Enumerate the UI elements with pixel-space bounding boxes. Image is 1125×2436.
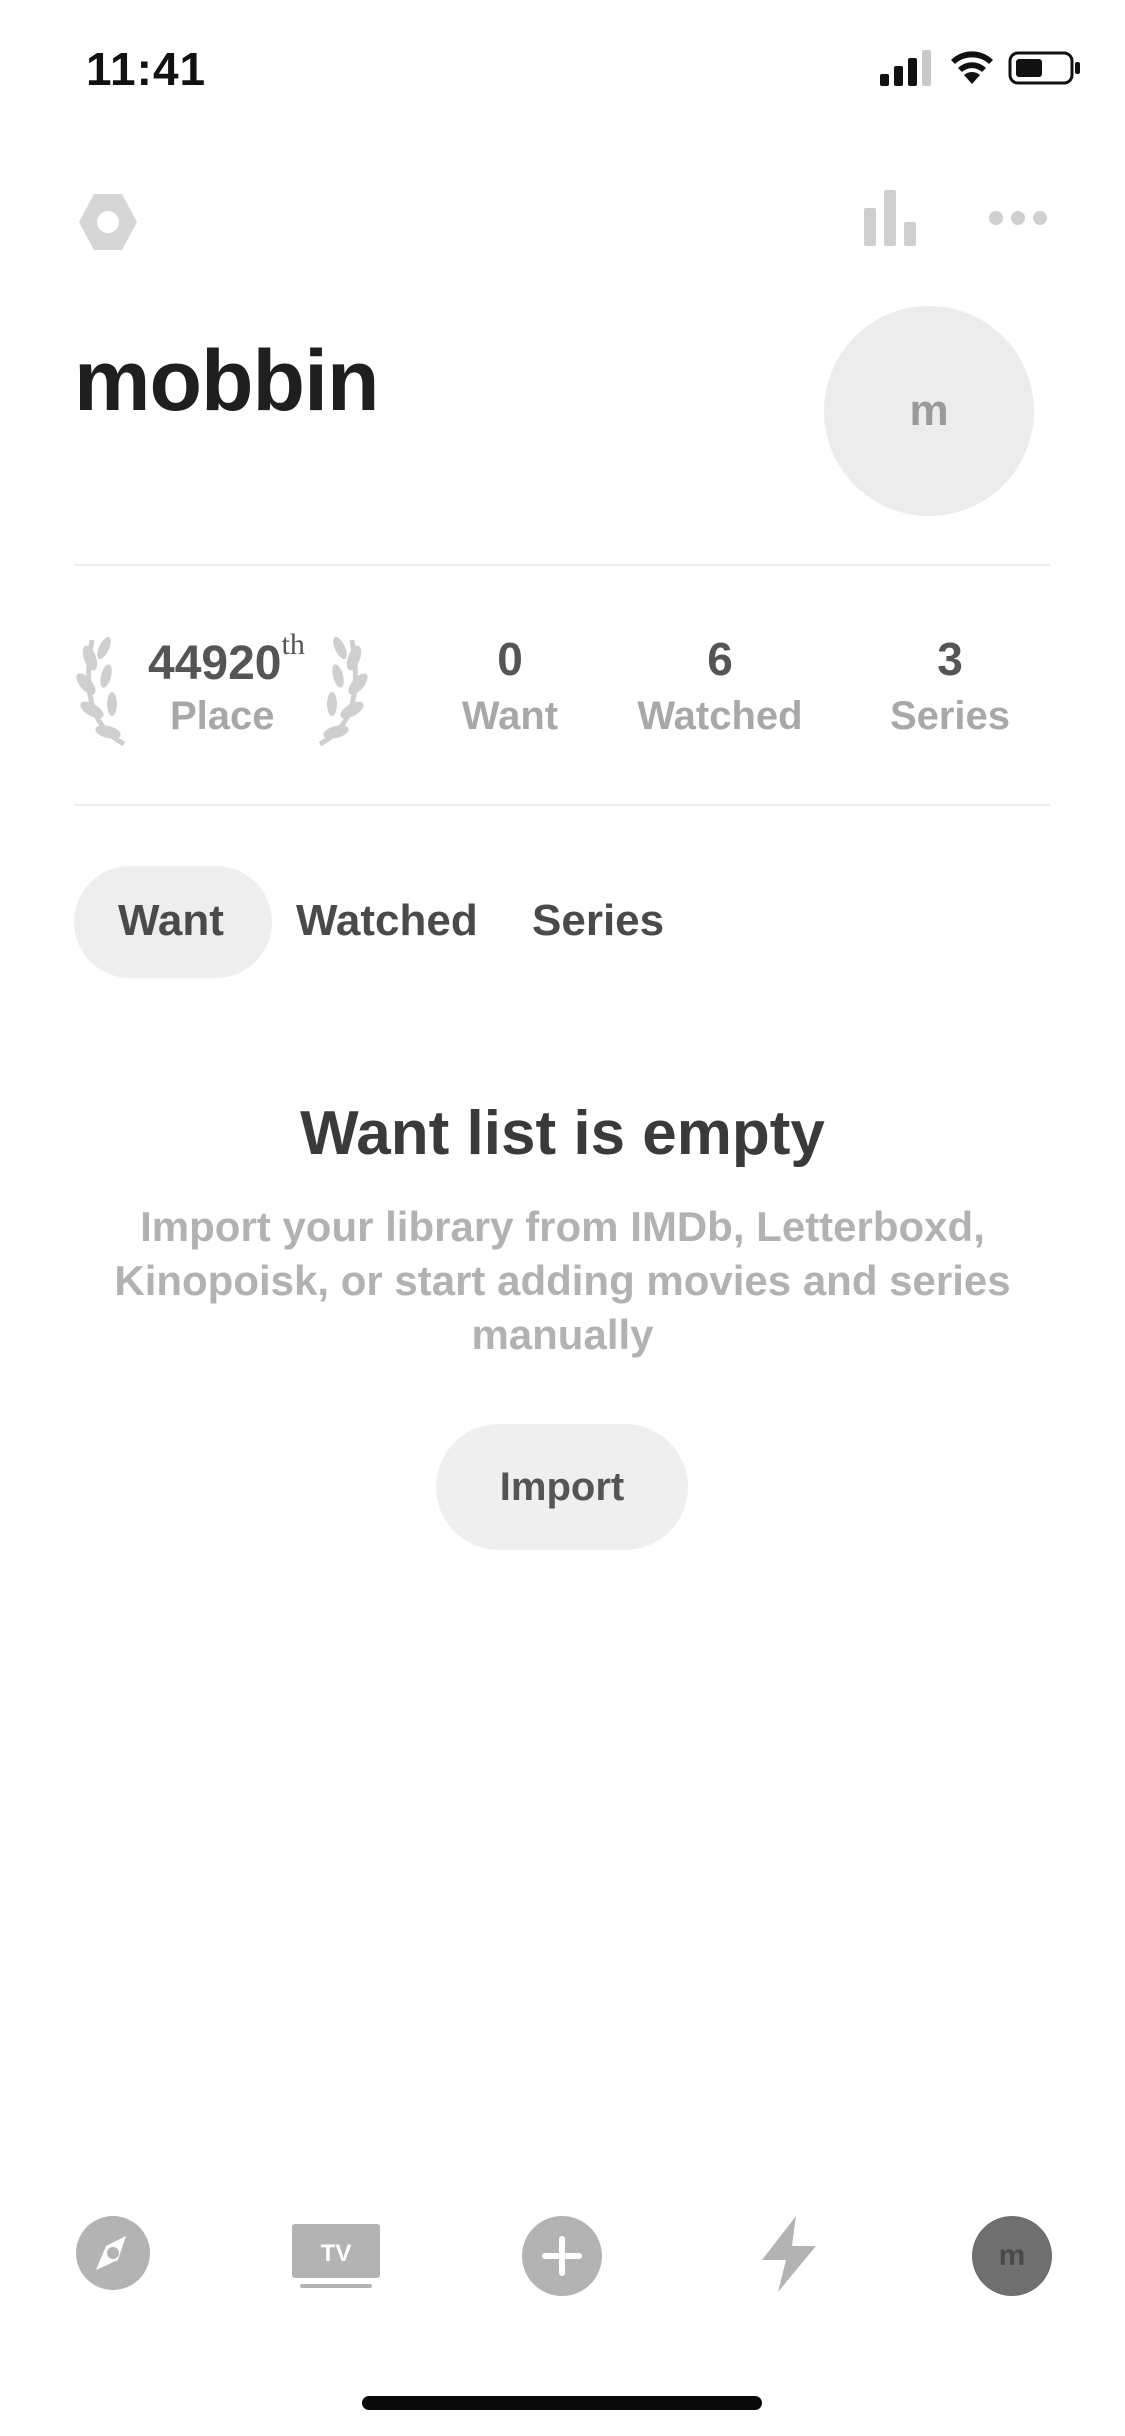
stat-series-label: Series [889, 694, 1011, 738]
compass-icon[interactable] [76, 2216, 150, 2290]
tab-want-label[interactable]: Want [118, 896, 224, 946]
divider [74, 564, 1050, 566]
tv-icon[interactable]: TV [290, 2224, 382, 2290]
wifi-icon [951, 51, 993, 84]
stat-want-count[interactable]: 0 [440, 632, 580, 686]
cellular-signal-icon [880, 50, 931, 86]
laurel-right-icon [318, 636, 368, 747]
laurel-left-icon [76, 636, 126, 747]
profile-username: mobbin [74, 333, 379, 429]
divider [74, 804, 1050, 806]
tab-watched[interactable]: Watched [296, 896, 478, 946]
tv-icon-label: TV [321, 2240, 352, 2267]
status-time: 11:41 [86, 43, 207, 95]
nav-profile-avatar[interactable]: m [972, 2216, 1052, 2296]
rank-suffix: th [281, 628, 305, 661]
empty-state-description: Import your library from IMDb, Letterbox… [114, 1203, 1011, 1358]
home-indicator [362, 2396, 762, 2410]
add-icon[interactable] [522, 2216, 602, 2296]
lightning-icon[interactable] [760, 2216, 818, 2292]
stat-watched-label: Watched [637, 694, 803, 738]
import-button[interactable]: Import [436, 1424, 688, 1550]
empty-state-title: Want list is empty [300, 1099, 825, 1168]
stat-watched-count[interactable]: 6 [630, 632, 810, 686]
rank-value: 44920th [148, 628, 305, 690]
rank-label: Place [170, 694, 275, 738]
tab-series[interactable]: Series [532, 896, 664, 946]
stat-series-count[interactable]: 3 [870, 632, 1030, 686]
profile-avatar[interactable]: m [824, 306, 1034, 516]
battery-icon [1008, 51, 1080, 85]
settings-icon[interactable] [76, 190, 140, 254]
statistics-icon[interactable] [864, 190, 920, 246]
stat-want-label: Want [461, 694, 559, 738]
more-icon[interactable] [988, 204, 1048, 232]
